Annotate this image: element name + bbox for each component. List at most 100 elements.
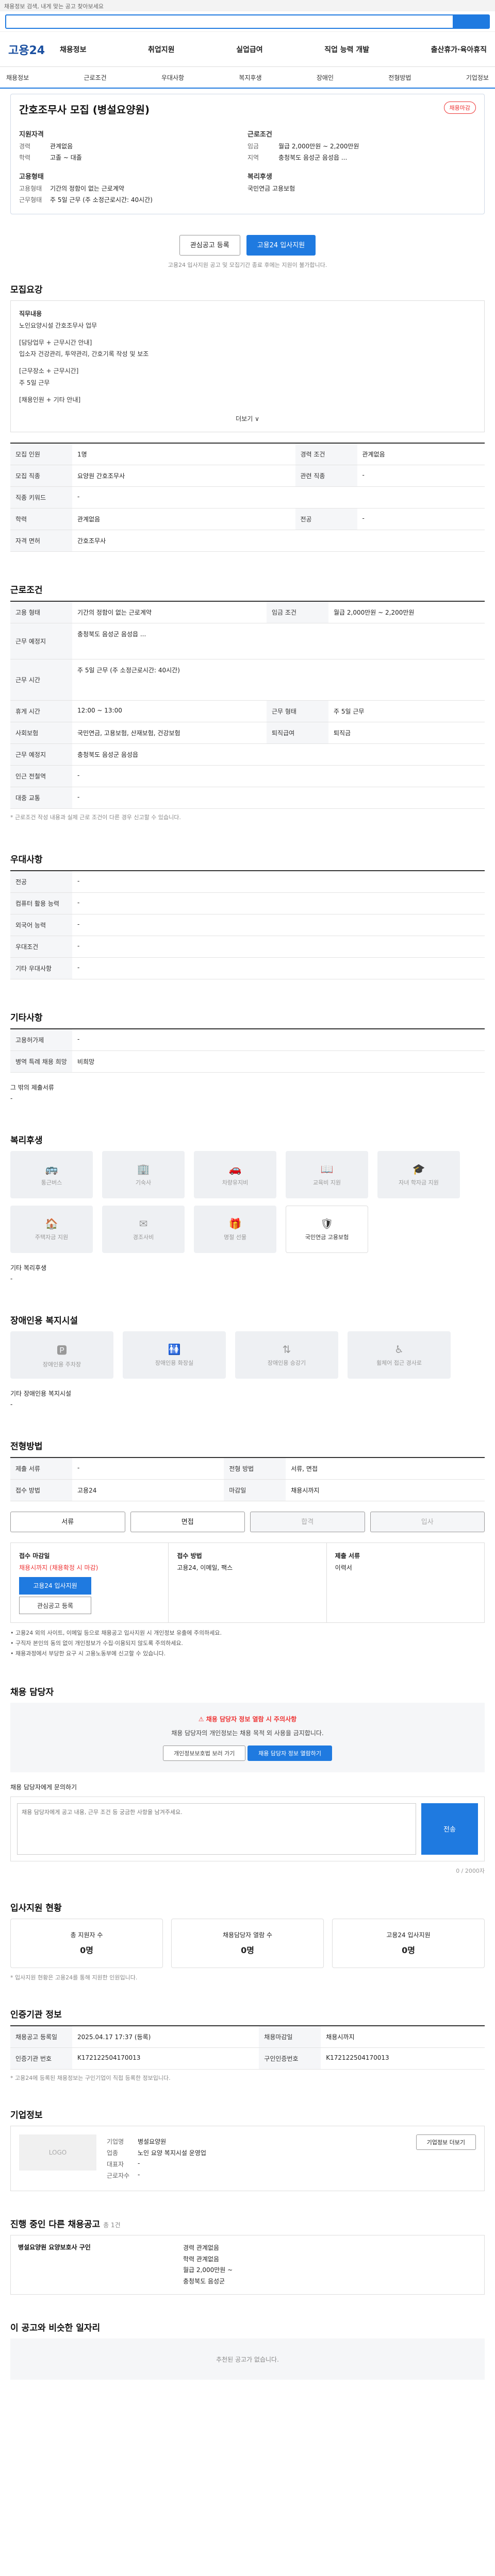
similar-job-meta: 경력 관계없음 [183, 2244, 220, 2251]
cell-value: - [72, 914, 485, 937]
step-item: 입사 [370, 1512, 485, 1533]
welfare-label: 교육비 지원 [312, 1179, 341, 1187]
job-description-box: 직무내용 노인요양시설 간호조무사 업무 [담당업무 + 근무시간 안내] 입소… [10, 300, 485, 433]
facility-label: 장애인용 주차장 [42, 1361, 81, 1368]
other-extra-value: - [10, 1095, 13, 1103]
cell-label: 제출 서류 [10, 1458, 72, 1480]
manager-alert-text: 채용 담당자 정보 열람 시 주의사항 [206, 1715, 297, 1723]
gift-icon: 🎁 [228, 1217, 242, 1230]
label: 근무형태 [19, 196, 42, 204]
welfare-label: 경조사비 [133, 1234, 154, 1241]
cell-value: 월급 2,000만원 ~ 2,200만원 [328, 601, 485, 624]
stat-label: 고용24 입사지원 [386, 1931, 431, 1939]
welfare-extra-label: 기타 복리후생 [10, 1264, 47, 1272]
gnb-item-training[interactable]: 직업 능력 개발 [324, 44, 369, 55]
subnav-item[interactable]: 채용정보 [6, 73, 29, 82]
save-job-button[interactable]: 관심공고 등록 [179, 235, 240, 256]
stat-label: 총 지원자 수 [70, 1931, 103, 1939]
save-job-button-2[interactable]: 관심공고 등록 [19, 1597, 91, 1615]
cell-value: - [72, 936, 485, 958]
company-logo: LOGO [19, 2134, 96, 2171]
cell-label: 근무 시간 [10, 659, 72, 701]
label: 근로자수 [107, 2172, 130, 2179]
subnav-item[interactable]: 복지후생 [239, 73, 261, 82]
global-nav: 고용24 채용정보 취업지원 실업급여 직업 능력 개발 출산휴가·육아휴직 [0, 32, 495, 67]
warning-line: • 구직자 본인의 동의 없이 개인정보가 수집·이용되지 않도록 주의하세요. [10, 1640, 183, 1647]
apply-button[interactable]: 고용24 입사지원 [246, 235, 316, 256]
search-button[interactable] [453, 15, 489, 28]
apply-button-2[interactable]: 고용24 입사지원 [19, 1577, 91, 1595]
section-title-similar: 진행 중인 다른 채용공고 총 1건 [10, 2217, 485, 2230]
company-more-button[interactable]: 기업정보 더보기 [416, 2134, 476, 2150]
subnav-item[interactable]: 기업정보 [466, 73, 489, 82]
welfare-label: 국민연금 고용보험 [305, 1234, 349, 1241]
section-title-welfare: 복리후생 [10, 1136, 43, 1146]
cell-label: 임금 조건 [266, 601, 328, 624]
search-input[interactable] [5, 14, 490, 29]
subnav-item[interactable]: 우대사항 [161, 73, 184, 82]
similar-job-meta: 학력 관계없음 [183, 2255, 220, 2263]
welfare-label: 차량유지비 [222, 1179, 249, 1187]
welfare-item: 🚌 통근버스 [10, 1151, 93, 1199]
cell-label: 컴퓨터 활용 능력 [10, 892, 72, 915]
wheelchair-icon: ♿ [394, 1343, 404, 1356]
gnb-item-jobs[interactable]: 채용정보 [60, 44, 87, 55]
cell-value: - [72, 787, 485, 809]
process-table: 제출 서류 - 전형 방법 서류, 면접 접수 방법 고용24 마감일 채용시까지 [10, 1457, 485, 1502]
cell-value: - [72, 1458, 224, 1480]
send-button[interactable]: 전송 [421, 1803, 478, 1855]
subnav-item[interactable]: 장애인 [317, 73, 334, 82]
conditions-table: 고용 형태 기간의 정함이 없는 근로계약 임금 조건 월급 2,000만원 ~ 2,… [10, 601, 485, 809]
method-value: 고용24, 이메일, 팩스 [177, 1564, 233, 1572]
other-table: 고용허가제 - 병역 특례 채용 희망 비희망 [10, 1028, 485, 1073]
cell-value: 채용시까지 [321, 2025, 485, 2048]
facility-item: 🚻 장애인용 화장실 [123, 1331, 226, 1379]
gnb-item-support[interactable]: 취업지원 [148, 44, 175, 55]
value: 고졸 ~ 대졸 [50, 154, 82, 161]
desc-line: [채용인원 + 기타 안내] [19, 396, 81, 403]
welfare-item: 📖 교육비 지원 [286, 1151, 368, 1199]
welfare-label: 주택자금 지원 [35, 1234, 69, 1241]
alert-icon: ⚠ [198, 1715, 206, 1723]
conditions-heading: 근로조건 [248, 131, 272, 139]
cell-label: 관련 직종 [295, 465, 357, 487]
house-icon: 🏠 [45, 1217, 58, 1230]
bus-icon: 🚌 [45, 1163, 58, 1176]
cell-label: 대중 교통 [10, 787, 72, 809]
welfare-label: 자녀 학자금 지원 [399, 1179, 439, 1187]
section-title-history: 입사지원 현황 [10, 1903, 62, 1913]
docs-label: 제출 서류 [335, 1552, 360, 1560]
question-input[interactable] [17, 1803, 416, 1855]
gnb-item-leave[interactable]: 출산휴가·육아휴직 [431, 44, 487, 55]
value: - [138, 2159, 140, 2167]
site-logo[interactable]: 고용24 [8, 41, 60, 58]
job-description-label: 직무내용 [19, 310, 42, 317]
cell-value: 채용시까지 [286, 1479, 485, 1502]
subnav-item[interactable]: 근로조건 [84, 73, 106, 82]
more-button[interactable]: 더보기 ∨ [19, 413, 476, 425]
question-label: 채용 담당자에게 문의하기 [10, 1783, 77, 1791]
warning-line: • 채용과정에서 부당한 요구 시 고용노동부에 신고할 수 있습니다. [10, 1650, 166, 1657]
label: 고용형태 [19, 185, 42, 192]
label: 학력 [19, 154, 31, 161]
cell-value: 간호조무사 [72, 530, 485, 552]
value: 주 5일 근무 (주 소정근로시간: 40시간) [50, 196, 153, 204]
cell-label: 근무 형태 [266, 700, 328, 723]
welfare-heading: 복리후생 [248, 173, 272, 181]
view-manager-button[interactable]: 채용 담당자 정보 열람하기 [248, 1745, 332, 1761]
cell-value: - [72, 957, 485, 980]
gnb-item-unemployment[interactable]: 실업급여 [236, 44, 263, 55]
cell-value: 1명 [72, 443, 295, 466]
similar-job-card[interactable]: 병설요양원 요양보호사 구인 경력 관계없음 학력 관계없음 월급 2,000만… [10, 2234, 485, 2295]
step-item: 합격 [250, 1512, 365, 1533]
question-box: 전송 [10, 1796, 485, 1861]
building-icon: 🏢 [137, 1163, 150, 1176]
disabled-icons: 🅿 장애인용 주차장 🚻 장애인용 화장실 ⇅ 장애인용 승강기 ♿ 휠체어 접근 경사… [10, 1331, 485, 1379]
cell-label: 인증기관 번호 [10, 2047, 72, 2070]
similar-job-title[interactable]: 병설요양원 요양보호사 구인 [18, 2243, 173, 2287]
company-card: LOGO 기업명 병설요양원 업종 노인 요양 복지시설 운영업 대표자 - 근로자수… [10, 2125, 485, 2191]
privacy-law-button[interactable]: 개인정보보호법 보러 가기 [163, 1745, 246, 1761]
subnav-item[interactable]: 전형방법 [388, 73, 411, 82]
cell-value: 비희망 [72, 1050, 485, 1073]
welfare-label: 명절 선물 [224, 1234, 246, 1241]
